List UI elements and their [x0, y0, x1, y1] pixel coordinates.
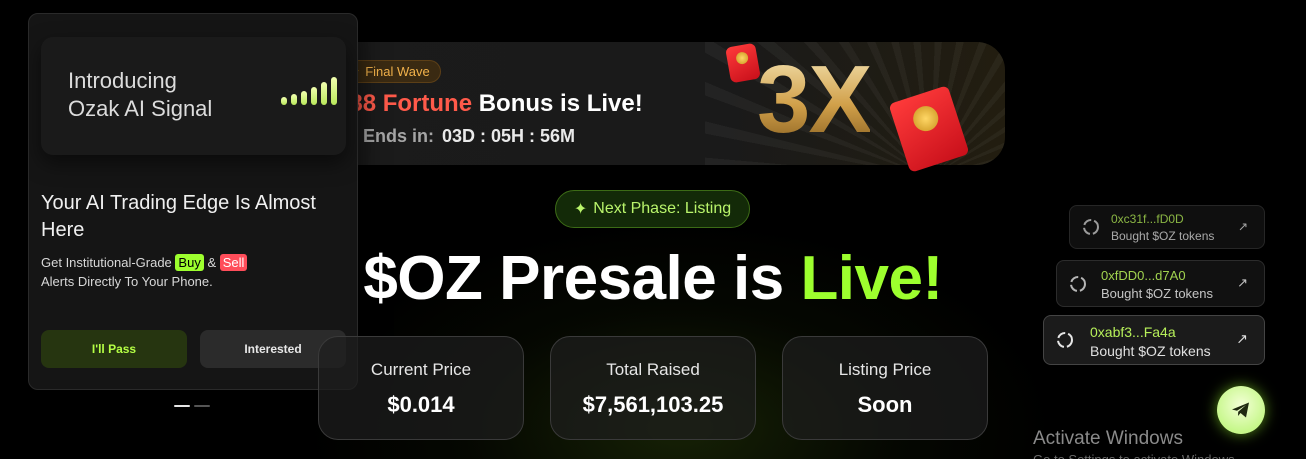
next-phase-label: Next Phase: Listing — [593, 200, 732, 217]
telegram-button[interactable] — [1217, 386, 1265, 434]
multiplier-text: 3X — [757, 46, 872, 153]
countdown: Ends in: 03D : 05H : 56M — [337, 126, 575, 147]
stat-card-listing-price: Listing Price Soon — [782, 336, 988, 440]
banner-title-rest: Bonus is Live! — [478, 90, 643, 117]
telegram-icon — [1232, 402, 1249, 418]
purchase-feed-item[interactable]: 0xfDD0...d7A0 Bought $OZ tokens ↗ — [1056, 260, 1265, 307]
red-envelope-icon — [725, 42, 761, 84]
stat-label: Current Price — [370, 360, 472, 379]
sparkle-icon: ✦ — [573, 201, 588, 218]
pass-button[interactable]: I'll Pass — [41, 330, 187, 368]
intro-line1: Introducing — [68, 68, 177, 93]
stat-card-total-raised: Total Raised $7,561,103.25 — [550, 336, 756, 440]
intro-text: Introducing Ozak AI Signal — [68, 67, 248, 123]
wallet-address: 0xc31f...fD0D — [1111, 212, 1184, 226]
token-logo-icon — [1083, 219, 1099, 235]
countdown-value: 03D : 05H : 56M — [442, 126, 576, 146]
signal-popup: Introducing Ozak AI Signal Your AI Tradi… — [28, 13, 358, 390]
purchase-feed-item[interactable]: 0xc31f...fD0D Bought $OZ tokens ↗ — [1069, 205, 1265, 249]
external-link-icon[interactable]: ↗ — [1236, 331, 1248, 348]
carousel-dots — [174, 405, 210, 407]
popup-heading: Your AI Trading Edge Is Almost Here — [41, 192, 316, 241]
signal-promo-card: Introducing Ozak AI Signal — [41, 37, 346, 155]
external-link-icon[interactable]: ↗ — [1238, 219, 1248, 233]
purchase-action: Bought $OZ tokens — [1101, 286, 1214, 301]
stat-value: Soon — [857, 392, 913, 417]
token-logo-icon — [1057, 332, 1073, 348]
stat-value: $0.014 — [387, 392, 455, 417]
activate-windows-subtitle: Go to Settings to activate Windows. — [1033, 452, 1306, 459]
purchase-action: Bought $OZ tokens — [1090, 343, 1211, 359]
wallet-address: 0xfDD0...d7A0 — [1101, 268, 1186, 283]
intro-line2: Ozak AI Signal — [68, 96, 213, 121]
activate-windows-watermark: Activate Windows — [1033, 428, 1183, 449]
final-wave-label: Final Wave — [365, 64, 430, 79]
stat-value: $7,561,103.25 — [582, 392, 724, 417]
token-logo-icon — [1070, 275, 1086, 292]
stat-card-current-price: Current Price $0.014 — [318, 336, 524, 440]
presale-title-main: $OZ Presale is — [363, 244, 784, 313]
signal-bars-icon — [281, 77, 339, 105]
carousel-dot-active[interactable] — [174, 405, 190, 407]
purchase-feed-item[interactable]: 0xabf3...Fa4a Bought $OZ tokens ↗ — [1043, 315, 1265, 365]
next-phase-pill: ✦ Next Phase: Listing — [555, 190, 750, 228]
banner-title-fortune: Fortune — [382, 90, 473, 117]
countdown-label: Ends in: — [363, 126, 434, 146]
stat-label: Listing Price — [838, 360, 932, 379]
external-link-icon[interactable]: ↗ — [1237, 275, 1248, 291]
carousel-dot[interactable] — [194, 405, 210, 407]
wallet-address: 0xabf3...Fa4a — [1090, 324, 1176, 340]
purchase-action: Bought $OZ tokens — [1111, 229, 1215, 243]
stat-label: Total Raised — [606, 360, 700, 379]
presale-title-live: Live! — [800, 244, 943, 313]
banner-title: 888 Fortune Bonus is Live! — [336, 90, 643, 118]
